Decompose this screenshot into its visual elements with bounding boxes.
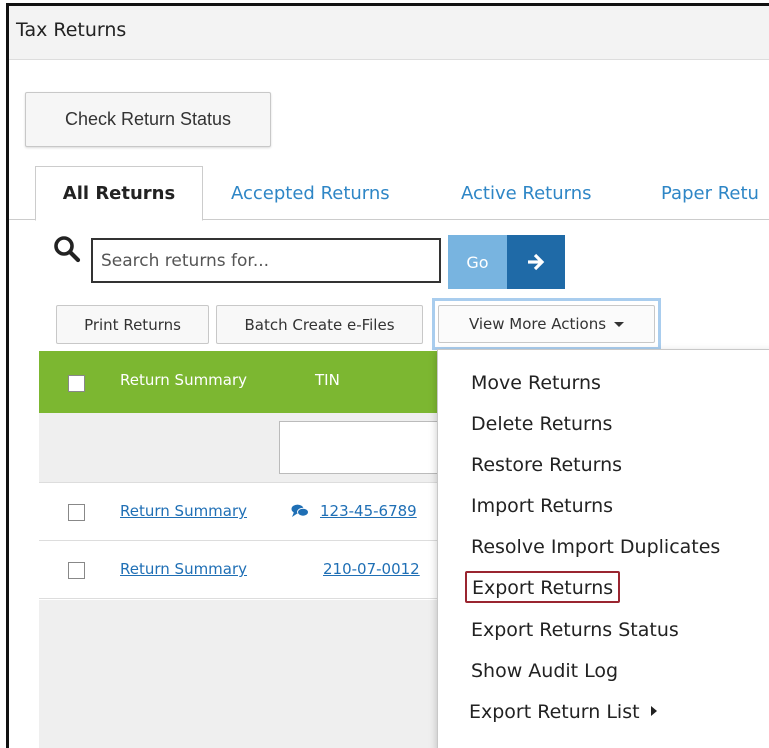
view-more-actions-menu: Move Returns Delete Returns Restore Retu… xyxy=(437,349,769,748)
tin-link[interactable]: 210-07-0012 xyxy=(323,560,420,578)
menu-item-restore-returns[interactable]: Restore Returns xyxy=(471,454,622,476)
menu-item-move-returns[interactable]: Move Returns xyxy=(471,372,601,394)
select-all-checkbox[interactable] xyxy=(68,375,85,392)
view-more-actions-label: View More Actions xyxy=(468,315,607,333)
menu-item-show-audit-log[interactable]: Show Audit Log xyxy=(471,660,618,682)
page-title: Tax Returns xyxy=(16,19,127,41)
tab-bar: All Returns Accepted Returns Active Retu… xyxy=(9,166,769,222)
row-checkbox[interactable] xyxy=(68,562,85,579)
app-window: Tax Returns Check Return Status All Retu… xyxy=(6,3,769,748)
menu-item-export-returns-status[interactable]: Export Returns Status xyxy=(471,619,679,641)
search-icon xyxy=(54,236,81,263)
tab-accepted-returns[interactable]: Accepted Returns xyxy=(231,166,390,220)
title-bar: Tax Returns xyxy=(9,6,769,60)
go-button[interactable]: Go xyxy=(448,235,507,289)
menu-item-resolve-import-duplicates[interactable]: Resolve Import Duplicates xyxy=(471,536,720,558)
caret-right-icon xyxy=(650,706,657,716)
export-return-list-label: Export Return List xyxy=(469,701,640,723)
return-summary-link[interactable]: Return Summary xyxy=(120,560,247,578)
tab-all-returns[interactable]: All Returns xyxy=(35,166,203,221)
comment-icon[interactable] xyxy=(291,504,309,518)
view-more-actions-button[interactable]: View More Actions xyxy=(438,305,655,343)
caret-down-icon xyxy=(614,321,625,327)
column-tin[interactable]: TIN xyxy=(315,371,340,389)
menu-item-delete-returns[interactable]: Delete Returns xyxy=(471,413,612,435)
tab-active-returns[interactable]: Active Returns xyxy=(461,166,592,220)
menu-item-import-returns[interactable]: Import Returns xyxy=(471,495,613,517)
go-arrow-button[interactable] xyxy=(507,235,565,289)
menu-item-export-return-list[interactable]: Export Return List xyxy=(469,701,657,723)
search-input[interactable] xyxy=(91,238,441,283)
column-return-summary[interactable]: Return Summary xyxy=(120,371,247,389)
print-returns-button[interactable]: Print Returns xyxy=(56,305,209,344)
tab-paper-returns[interactable]: Paper Retu xyxy=(661,166,759,220)
return-summary-link[interactable]: Return Summary xyxy=(120,502,247,520)
arrow-right-icon xyxy=(528,253,545,271)
row-checkbox[interactable] xyxy=(68,504,85,521)
tin-link[interactable]: 123-45-6789 xyxy=(320,502,417,520)
menu-item-export-returns[interactable]: Export Returns xyxy=(465,571,621,603)
view-more-actions-focus: View More Actions xyxy=(432,298,661,350)
batch-create-efiles-button[interactable]: Batch Create e-Files xyxy=(216,305,423,344)
check-return-status-button[interactable]: Check Return Status xyxy=(25,92,271,147)
